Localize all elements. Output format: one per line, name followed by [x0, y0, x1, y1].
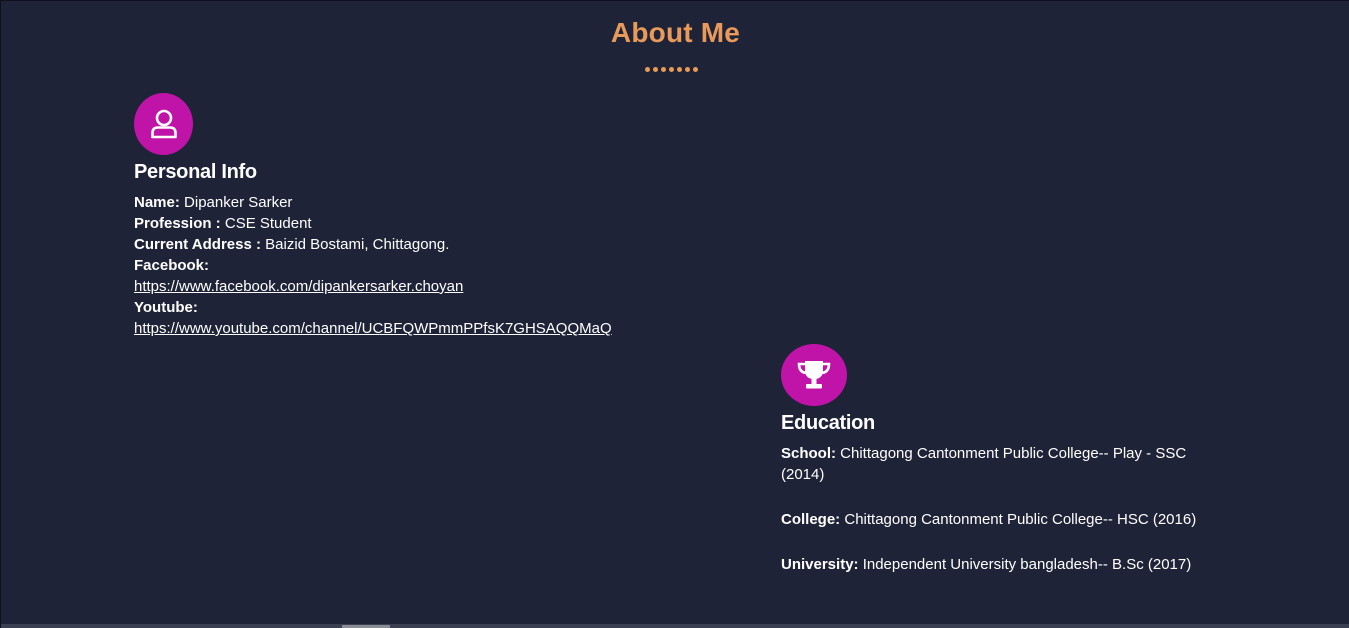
personal-info-details: Name: Dipanker Sarker Profession : CSE S… [134, 192, 612, 339]
personal-info-heading: Personal Info [134, 161, 257, 183]
youtube-link[interactable]: https://www.youtube.com/channel/UCBFQWPm… [134, 320, 612, 337]
about-me-section: About Me Personal Info Name: Dipanker Sa… [0, 0, 1349, 628]
address-row: Current Address : Baizid Bostami, Chitta… [134, 234, 612, 255]
college-label: College: [781, 511, 841, 528]
title-divider-dots [645, 67, 698, 72]
university-value: Independent University bangladesh-- B.Sc… [862, 556, 1192, 573]
profession-value: CSE Student [224, 215, 312, 232]
address-value: Baizid Bostami, Chittagong. [265, 236, 450, 253]
user-icon [134, 93, 193, 155]
facebook-link[interactable]: https://www.facebook.com/dipankersarker.… [134, 278, 463, 295]
college-item: College: Chittagong Cantonment Public Co… [781, 509, 1221, 530]
profession-row: Profession : CSE Student [134, 213, 612, 234]
profession-label: Profession : [134, 215, 221, 232]
name-label: Name: [134, 194, 180, 211]
school-item: School: Chittagong Cantonment Public Col… [781, 443, 1221, 485]
name-row: Name: Dipanker Sarker [134, 192, 612, 213]
facebook-label: Facebook: [134, 257, 210, 274]
address-label: Current Address : [134, 236, 261, 253]
school-label: School: [781, 445, 836, 462]
youtube-row: Youtube: [134, 297, 612, 318]
college-value: Chittagong Cantonment Public College-- H… [844, 511, 1197, 528]
horizontal-scrollbar[interactable] [1, 624, 1349, 628]
university-item: University: Independent University bangl… [781, 554, 1221, 575]
university-label: University: [781, 556, 859, 573]
section-title: About Me [610, 17, 741, 48]
education-heading: Education [781, 412, 875, 434]
facebook-row: Facebook: [134, 255, 612, 276]
trophy-icon [781, 344, 847, 406]
school-value: Chittagong Cantonment Public College-- P… [781, 445, 1187, 483]
youtube-label: Youtube: [134, 299, 198, 316]
name-value: Dipanker Sarker [184, 194, 293, 211]
education-details: School: Chittagong Cantonment Public Col… [781, 443, 1221, 599]
